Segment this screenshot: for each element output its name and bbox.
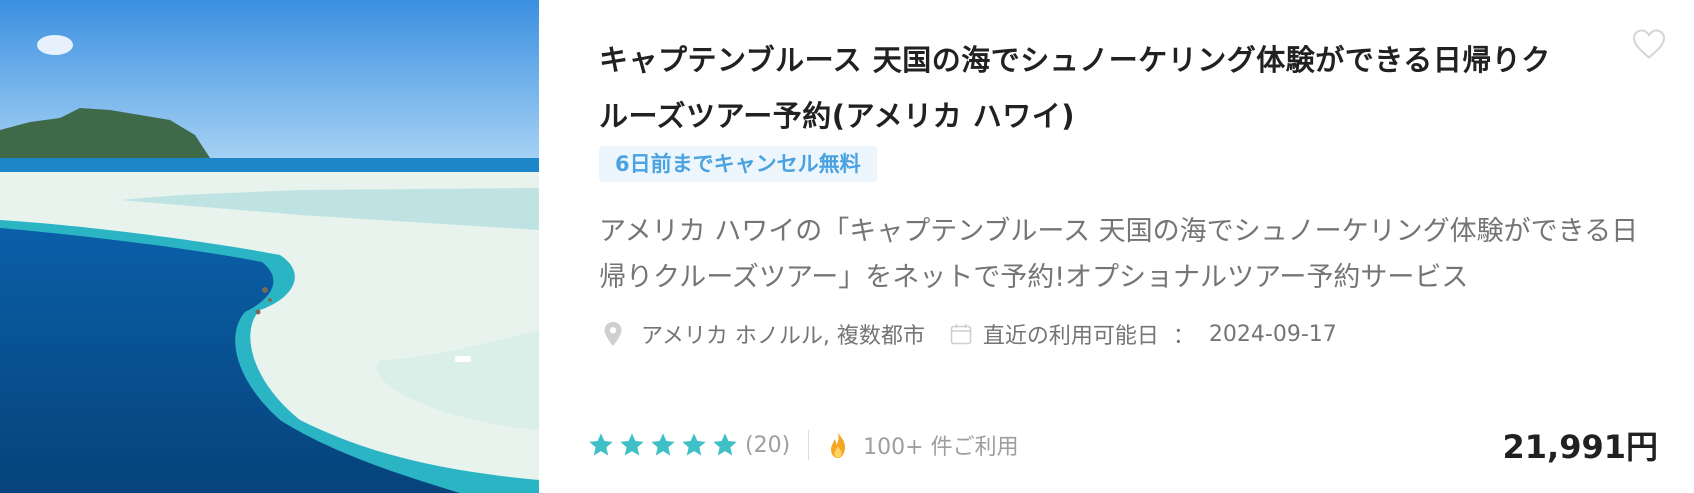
star-icon: [682, 433, 706, 456]
tour-info: キャプテンブルース 天国の海でシュノーケリング体験ができる日帰りクルーズツアー予…: [539, 0, 1694, 493]
tour-meta: アメリカ ホノルル, 複数都市 直近の利用可能日 ： 2024-09-17: [599, 314, 1337, 354]
rating-stars: [587, 431, 739, 459]
availability-separator: ：: [1172, 324, 1195, 349]
star-icon: [620, 433, 644, 456]
map-pin-icon: [604, 322, 622, 346]
tour-card[interactable]: キャプテンブルース 天国の海でシュノーケリング体験ができる日帰りクルーズツアー予…: [0, 0, 1694, 493]
tour-price: 21,991円: [1502, 428, 1659, 466]
usage-count: 100+ 件ご利用: [863, 435, 1019, 460]
calendar-icon: [950, 324, 972, 345]
location-text: アメリカ ホノルル, 複数都市: [641, 324, 925, 349]
free-cancellation-badge: 6日前までキャンセル無料: [599, 146, 877, 182]
tour-title[interactable]: キャプテンブルース 天国の海でシュノーケリング体験ができる日帰りクルーズツアー予…: [599, 32, 1559, 144]
star-icon: [713, 433, 737, 456]
star-icon: [589, 433, 613, 456]
tour-description: アメリカ ハワイの「キャプテンブルース 天国の海でシュノーケリング体験ができる日…: [599, 216, 1639, 293]
heart-outline-icon[interactable]: [1630, 26, 1668, 62]
availability-label: 直近の利用可能日: [982, 324, 1159, 349]
footer-divider: [808, 430, 810, 460]
fire-icon: [831, 432, 846, 458]
availability-date: 2024-09-17: [1208, 321, 1337, 347]
tour-footer: (20) 100+ 件ご利用 21,991円: [587, 423, 1658, 467]
review-count[interactable]: (20): [745, 433, 790, 458]
star-icon: [651, 433, 675, 456]
tour-thumbnail-image[interactable]: [0, 0, 539, 493]
